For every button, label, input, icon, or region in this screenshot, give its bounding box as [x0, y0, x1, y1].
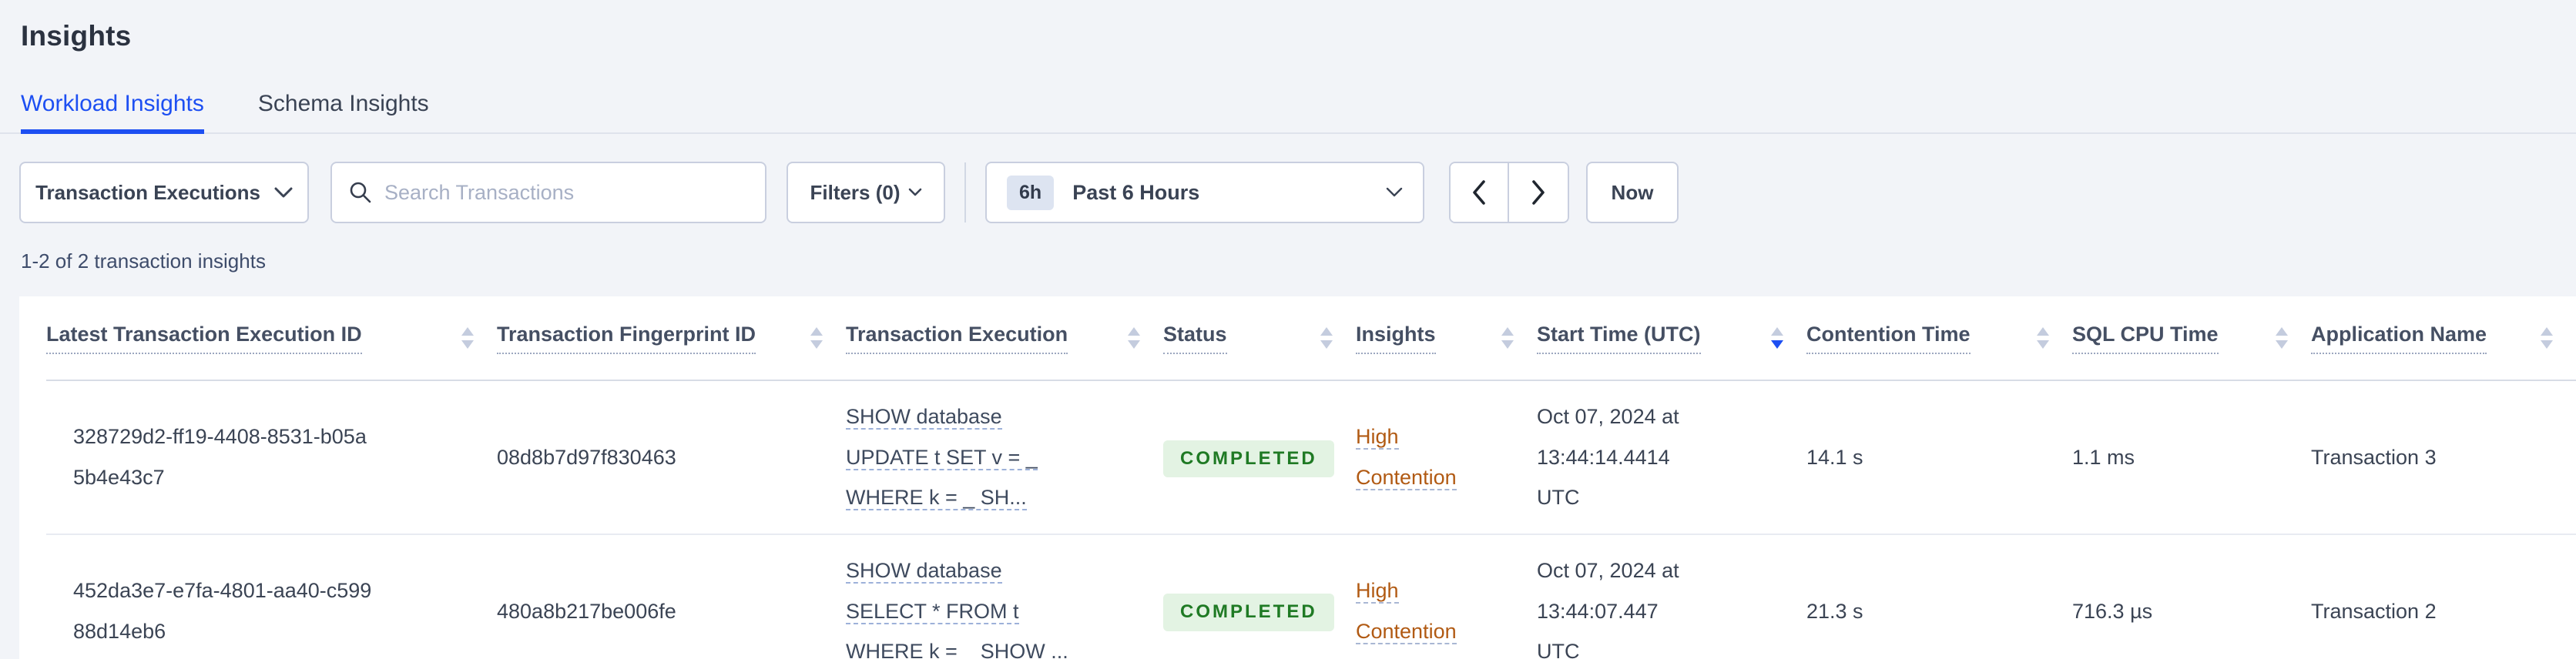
transaction-execution-link[interactable]: SHOW database SELECT * FROM t WHERE k = …	[846, 558, 1068, 659]
filters-dropdown[interactable]: Filters (0)	[787, 162, 945, 223]
chevron-down-icon	[908, 188, 922, 197]
sort-arrows-icon[interactable]	[1128, 327, 1140, 349]
time-range-next-button[interactable]	[1509, 163, 1568, 222]
column-header-start-time[interactable]: Start Time (UTC)	[1537, 323, 1806, 354]
cell-sql-cpu-time: 716.3 µs	[2072, 599, 2153, 623]
sort-arrows-icon[interactable]	[1320, 327, 1333, 349]
column-header-sql-cpu-time[interactable]: SQL CPU Time	[2072, 323, 2311, 354]
cell-contention-time: 21.3 s	[1806, 599, 1863, 623]
insights-page: Insights Workload Insights Schema Insigh…	[0, 0, 2576, 659]
cell-application-name: Transaction 3	[2311, 445, 2437, 469]
time-range-prev-button[interactable]	[1451, 163, 1509, 222]
column-header-label[interactable]: Application Name	[2311, 323, 2487, 354]
table-row: 328729d2-ff19-4408-8531-b05a5b4e43c7 08d…	[46, 381, 2576, 535]
sort-arrows-icon[interactable]	[2276, 327, 2288, 349]
cell-insights: High Contention	[1356, 570, 1487, 651]
cell-latest-execution-id: 328729d2-ff19-4408-8531-b05a5b4e43c7	[73, 425, 367, 489]
search-icon	[349, 181, 372, 204]
sort-arrows-icon[interactable]	[2037, 327, 2049, 349]
sort-arrows-icon[interactable]	[2541, 327, 2553, 349]
cell-fingerprint-id: 480a8b217be006fe	[497, 599, 676, 623]
column-header-latest-execution-id[interactable]: Latest Transaction Execution ID	[46, 323, 497, 354]
tab-schema-insights[interactable]: Schema Insights	[258, 91, 429, 134]
cell-start-time: Oct 07, 2024 at 13:44:07.447 UTC	[1537, 558, 1679, 659]
time-range-stepper	[1449, 162, 1569, 223]
column-header-label[interactable]: Start Time (UTC)	[1537, 323, 1701, 354]
cell-status: COMPLETED	[1163, 437, 1356, 478]
cell-application-name: Transaction 2	[2311, 599, 2437, 623]
column-header-fingerprint-id[interactable]: Transaction Fingerprint ID	[497, 323, 846, 354]
results-summary: 1-2 of 2 transaction insights	[21, 249, 266, 273]
column-header-label[interactable]: Transaction Execution	[846, 323, 1068, 354]
toolbar: Transaction Executions Filters (0) 6h Pa…	[19, 162, 2576, 223]
time-range-dropdown[interactable]: 6h Past 6 Hours	[985, 162, 1424, 223]
chevron-down-icon	[1386, 187, 1403, 198]
chevron-left-icon	[1473, 180, 1485, 205]
transaction-execution-link[interactable]: SHOW database UPDATE t SET v = _ WHERE k…	[846, 405, 1038, 511]
workload-type-dropdown[interactable]: Transaction Executions	[19, 162, 309, 223]
filters-dropdown-label: Filters (0)	[810, 180, 901, 204]
cell-sql-cpu-time: 1.1 ms	[2072, 445, 2135, 469]
cell-latest-execution-id: 452da3e7-e7fa-4801-aa40-c59988d14eb6	[73, 579, 372, 643]
column-header-transaction-execution[interactable]: Transaction Execution	[846, 323, 1163, 354]
status-badge: COMPLETED	[1163, 594, 1334, 632]
status-badge: COMPLETED	[1163, 440, 1334, 478]
tab-bar: Workload Insights Schema Insights	[0, 91, 2576, 134]
cell-contention-time: 14.1 s	[1806, 445, 1863, 469]
column-header-label[interactable]: Insights	[1356, 323, 1436, 354]
page-header: Insights	[0, 0, 2576, 52]
cell-insights: High Contention	[1356, 416, 1487, 497]
cell-status: COMPLETED	[1163, 590, 1356, 632]
sort-arrows-icon-active[interactable]	[1771, 327, 1783, 349]
sort-arrows-icon[interactable]	[810, 327, 823, 349]
time-range-badge: 6h	[1007, 175, 1055, 210]
cell-transaction-execution: SHOW database SELECT * FROM t WHERE k = …	[846, 550, 1117, 659]
search-input[interactable]	[384, 180, 748, 205]
toolbar-divider	[964, 162, 966, 222]
column-header-contention-time[interactable]: Contention Time	[1806, 323, 2072, 354]
search-box[interactable]	[330, 162, 766, 223]
sort-arrows-icon[interactable]	[1501, 327, 1514, 349]
cell-transaction-execution: SHOW database UPDATE t SET v = _ WHERE k…	[846, 396, 1117, 518]
insight-link[interactable]: High Contention	[1356, 579, 1457, 644]
sort-arrows-icon[interactable]	[461, 327, 474, 349]
table-row: 452da3e7-e7fa-4801-aa40-c59988d14eb6 480…	[46, 535, 2576, 659]
column-header-insights[interactable]: Insights	[1356, 323, 1537, 354]
cell-start-time: Oct 07, 2024 at 13:44:14.4414 UTC	[1537, 405, 1679, 510]
cell-fingerprint-id: 08d8b7d97f830463	[497, 445, 676, 469]
chevron-down-icon	[274, 187, 293, 199]
column-header-label[interactable]: SQL CPU Time	[2072, 323, 2219, 354]
column-header-label[interactable]: Latest Transaction Execution ID	[46, 323, 362, 354]
insights-table-panel: Latest Transaction Execution ID Transact…	[19, 296, 2576, 659]
workload-type-dropdown-label: Transaction Executions	[35, 180, 260, 204]
transaction-insights-table: Latest Transaction Execution ID Transact…	[46, 296, 2576, 659]
insight-link[interactable]: High Contention	[1356, 425, 1457, 490]
column-header-label[interactable]: Transaction Fingerprint ID	[497, 323, 756, 354]
chevron-right-icon	[1532, 180, 1545, 205]
column-header-label[interactable]: Status	[1163, 323, 1227, 354]
table-header-row: Latest Transaction Execution ID Transact…	[46, 296, 2576, 381]
column-header-application-name[interactable]: Application Name	[2311, 323, 2576, 354]
now-button[interactable]: Now	[1586, 162, 1679, 223]
column-header-status[interactable]: Status	[1163, 323, 1356, 354]
page-title: Insights	[21, 20, 132, 52]
tab-workload-insights[interactable]: Workload Insights	[21, 91, 204, 134]
time-range-label: Past 6 Hours	[1072, 180, 1200, 204]
column-header-label[interactable]: Contention Time	[1806, 323, 1971, 354]
